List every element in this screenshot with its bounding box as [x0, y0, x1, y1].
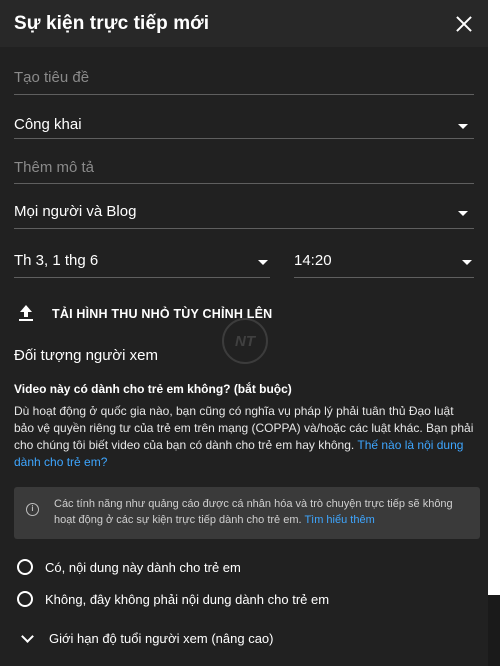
radio-option-yes[interactable]: Có, nội dung này dành cho trẻ em [14, 557, 474, 577]
visibility-select[interactable]: Công khai [14, 95, 474, 139]
schedule-row: Th 3, 1 thg 6 14:20 [14, 229, 474, 278]
title-placeholder: Tạo tiêu đề [14, 69, 90, 86]
radio-no-label: Không, đây không phải nội dung dành cho … [45, 591, 330, 607]
age-restriction-toggle[interactable]: Giới hạn độ tuổi người xem (nâng cao) [14, 630, 474, 646]
category-value: Mọi người và Blog [14, 203, 137, 220]
date-value: Th 3, 1 thg 6 [14, 252, 99, 269]
close-icon[interactable] [454, 14, 474, 34]
radio-button[interactable] [17, 591, 33, 607]
description-field[interactable]: Thêm mô tả [14, 139, 474, 184]
date-select[interactable]: Th 3, 1 thg 6 [14, 229, 270, 278]
time-select[interactable]: 14:20 [294, 229, 474, 278]
learn-more-link[interactable]: Tìm hiểu thêm [304, 514, 374, 526]
info-text: Các tính năng như quảng cáo được cá nhân… [54, 498, 453, 526]
dropdown-arrow-icon [462, 260, 472, 265]
kids-question: Video này có dành cho trẻ em không? (bắt… [14, 382, 292, 396]
watermark-logo: NT [222, 318, 268, 364]
scrollbar-thumb[interactable] [488, 595, 500, 666]
chevron-down-icon [21, 630, 34, 643]
visibility-value: Công khai [14, 116, 82, 133]
coppa-paragraph: Dù hoạt động ở quốc gia nào, bạn cũng có… [14, 403, 474, 471]
dialog-title: Sự kiện trực tiếp mới [14, 12, 210, 34]
age-restriction-label: Giới hạn độ tuổi người xem (nâng cao) [49, 631, 274, 646]
upload-icon [18, 305, 34, 323]
info-icon: i [26, 503, 39, 516]
title-field[interactable]: Tạo tiêu đề [14, 47, 474, 95]
radio-yes-label: Có, nội dung này dành cho trẻ em [45, 559, 241, 575]
info-box: i Các tính năng như quảng cáo được cá nh… [14, 487, 480, 539]
description-placeholder: Thêm mô tả [14, 159, 95, 176]
category-select[interactable]: Mọi người và Blog [14, 184, 474, 229]
dialog-header: Sự kiện trực tiếp mới [0, 0, 488, 47]
new-live-event-dialog: Sự kiện trực tiếp mới Tạo tiêu đề Công k… [0, 0, 488, 666]
radio-option-no[interactable]: Không, đây không phải nội dung dành cho … [14, 589, 474, 609]
radio-button[interactable] [17, 559, 33, 575]
dropdown-arrow-icon [258, 260, 268, 265]
dropdown-arrow-icon [458, 124, 468, 129]
dropdown-arrow-icon [458, 211, 468, 216]
time-value: 14:20 [294, 252, 332, 269]
scrollbar[interactable] [488, 0, 500, 666]
